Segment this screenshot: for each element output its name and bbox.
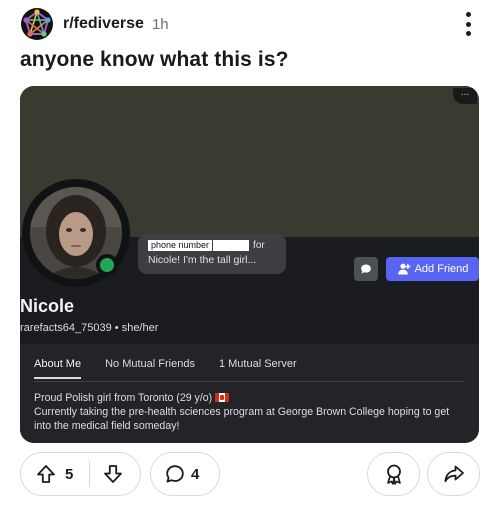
add-friend-button[interactable]: Add Friend: [386, 257, 479, 281]
tab-mutual-servers: 1 Mutual Server: [218, 358, 297, 370]
bubble-for-text: for: [253, 239, 265, 251]
kebab-menu-icon[interactable]: [461, 10, 475, 38]
share-arrow-icon: [444, 465, 464, 483]
comments-button[interactable]: 4: [150, 452, 220, 496]
share-button[interactable]: [427, 452, 480, 496]
arrow-up-icon: [37, 465, 55, 483]
tab-about-me: About Me: [34, 358, 82, 379]
profile-display-name: Nicole: [20, 296, 75, 316]
redaction-box: [213, 239, 250, 251]
message-button[interactable]: [354, 257, 378, 281]
upvote-button[interactable]: [33, 461, 59, 487]
person-add-icon: [397, 263, 410, 275]
comment-bubble-icon: [165, 464, 185, 484]
custom-status-bubble: phone number for Nicole! I'm the tall gi…: [138, 234, 286, 274]
post-image[interactable]: ... phone number for Nicole! I'm the tal…: [20, 86, 479, 443]
corner-menu-icon: ...: [453, 88, 477, 104]
canada-flag-icon: [215, 393, 230, 402]
bubble-text: Nicole! I'm the tall girl...: [148, 254, 257, 266]
vote-pill: 5: [20, 452, 141, 496]
tabs-divider: [34, 381, 464, 382]
profile-tabs: About Me No Mutual Friends 1 Mutual Serv…: [34, 358, 321, 379]
add-friend-label: Add Friend: [414, 263, 469, 275]
fediverse-logo-icon[interactable]: [21, 8, 53, 40]
subreddit-name[interactable]: r/fediverse: [63, 15, 144, 33]
arrow-down-icon: [104, 465, 122, 483]
comment-count: 4: [191, 465, 200, 483]
vote-divider: [89, 461, 90, 487]
redacted-phone-number: phone number: [148, 239, 213, 251]
online-status-indicator: [96, 254, 118, 276]
post-header: r/fediverse 1h: [21, 5, 481, 43]
chat-bubble-icon: [361, 264, 371, 274]
upvote-count: 5: [65, 465, 74, 483]
bio-line-2: Currently taking the pre-health sciences…: [34, 406, 450, 432]
award-button[interactable]: [367, 452, 420, 496]
downvote-button[interactable]: [100, 461, 126, 487]
profile-handle: rarefacts64_75039 • she/her: [20, 322, 159, 334]
post-title[interactable]: anyone know what this is?: [20, 48, 289, 72]
tab-mutual-friends: No Mutual Friends: [105, 358, 195, 370]
award-ribbon-icon: [386, 464, 401, 485]
profile-tabs-panel: About Me No Mutual Friends 1 Mutual Serv…: [20, 344, 479, 443]
about-me-bio: Proud Polish girl from Toronto (29 y/o) …: [34, 391, 468, 433]
post-action-bar: 5 4: [0, 452, 500, 497]
post-age: 1h: [151, 15, 169, 33]
bio-line-1: Proud Polish girl from Toronto (29 y/o): [34, 392, 213, 404]
